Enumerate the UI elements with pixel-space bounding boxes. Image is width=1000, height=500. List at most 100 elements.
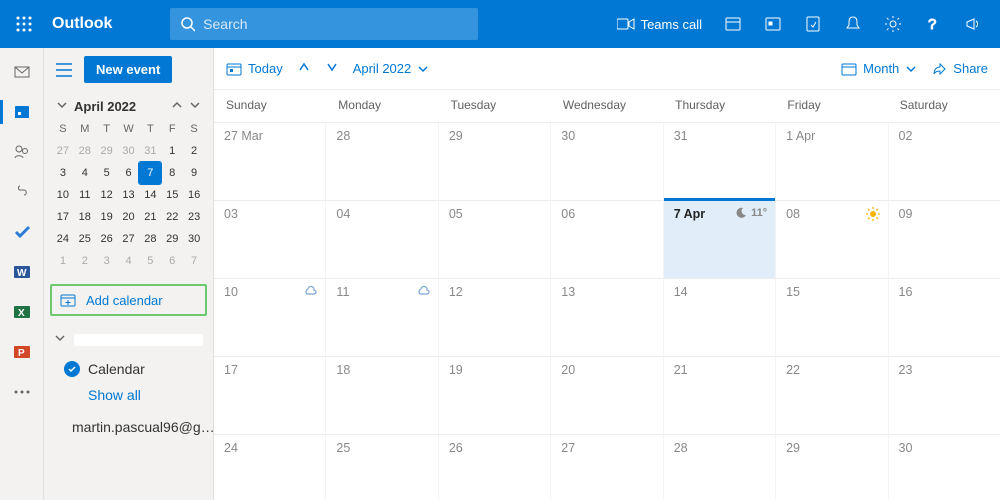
calendar-day-cell[interactable]: 15	[776, 279, 888, 357]
rail-people-icon[interactable]	[0, 134, 44, 170]
dp-day[interactable]: 3	[52, 162, 74, 184]
rail-files-icon[interactable]	[0, 174, 44, 210]
announcement-icon[interactable]	[954, 0, 992, 48]
dp-day[interactable]: 3	[96, 250, 118, 272]
my-calendars-collapse-icon[interactable]	[54, 332, 66, 347]
help-icon[interactable]: ?	[914, 0, 952, 48]
calendar-day-cell[interactable]: 20	[551, 357, 663, 435]
add-calendar-button[interactable]: Add calendar	[50, 284, 207, 316]
calendar-day-cell[interactable]: 23	[889, 357, 1000, 435]
calendar-day-cell[interactable]: 29	[439, 123, 551, 201]
calendar-day-cell[interactable]: 21	[664, 357, 776, 435]
rail-mail-icon[interactable]	[0, 54, 44, 90]
calendar-day-cell[interactable]: 30	[551, 123, 663, 201]
dp-day[interactable]: 21	[139, 206, 161, 228]
calendar-day-cell[interactable]: 19	[439, 357, 551, 435]
calendar-day-cell[interactable]: 22	[776, 357, 888, 435]
rail-powerpoint-icon[interactable]: P	[0, 334, 44, 370]
notifications-icon[interactable]	[834, 0, 872, 48]
datepicker-prev-icon[interactable]	[171, 99, 183, 114]
calendar-day-cell[interactable]: 18	[326, 357, 438, 435]
rail-more-icon[interactable]	[0, 374, 44, 410]
search-box[interactable]	[170, 8, 478, 40]
dp-day[interactable]: 10	[52, 184, 74, 206]
calendar-day-cell[interactable]: 31	[664, 123, 776, 201]
dp-day[interactable]: 14	[139, 184, 161, 206]
calendar-day-cell[interactable]: 29	[776, 435, 888, 500]
dp-day[interactable]: 2	[183, 140, 205, 162]
calendar-day-cell[interactable]: 10	[214, 279, 326, 357]
dp-day[interactable]: 27	[52, 140, 74, 162]
dp-day[interactable]: 24	[52, 228, 74, 250]
dp-day[interactable]: 4	[118, 250, 140, 272]
search-input[interactable]	[203, 16, 468, 32]
app-launcher-icon[interactable]	[8, 16, 40, 32]
dp-day[interactable]: 17	[52, 206, 74, 228]
calendar-day-cell[interactable]: 27	[551, 435, 663, 500]
calendar-day-cell[interactable]: 28	[326, 123, 438, 201]
settings-icon[interactable]	[874, 0, 912, 48]
calendar-day-cell[interactable]: 03	[214, 201, 326, 279]
rail-todo-icon[interactable]	[0, 214, 44, 250]
calendar-day-cell[interactable]: 26	[439, 435, 551, 500]
dp-day[interactable]: 9	[183, 162, 205, 184]
calendar-day-cell[interactable]: 7 Apr11°	[664, 201, 776, 279]
calendar-day-cell[interactable]: 16	[889, 279, 1000, 357]
calendar-day-cell[interactable]: 14	[664, 279, 776, 357]
dp-day[interactable]: 2	[74, 250, 96, 272]
calendar-day-cell[interactable]: 30	[889, 435, 1000, 500]
dp-day[interactable]: 18	[74, 206, 96, 228]
calendar-day-cell[interactable]: 09	[889, 201, 1000, 279]
dp-day[interactable]: 28	[74, 140, 96, 162]
meet-now-icon[interactable]	[714, 0, 752, 48]
period-selector[interactable]: April 2022	[353, 61, 430, 76]
calendar-day-cell[interactable]: 27 Mar	[214, 123, 326, 201]
dp-day[interactable]: 30	[118, 140, 140, 162]
tips-icon[interactable]	[794, 0, 832, 48]
prev-period-icon[interactable]	[297, 60, 311, 77]
calendar-day-cell[interactable]: 04	[326, 201, 438, 279]
datepicker-next-icon[interactable]	[189, 99, 201, 114]
dp-day[interactable]: 1	[161, 140, 183, 162]
dp-day[interactable]: 5	[139, 250, 161, 272]
dp-day[interactable]: 1	[52, 250, 74, 272]
calendar-day-cell[interactable]: 28	[664, 435, 776, 500]
dp-day[interactable]: 7	[183, 250, 205, 272]
dp-day[interactable]: 6	[161, 250, 183, 272]
calendar-day-cell[interactable]: 17	[214, 357, 326, 435]
dp-day[interactable]: 12	[96, 184, 118, 206]
dp-day[interactable]: 11	[74, 184, 96, 206]
calendar-day-cell[interactable]: 06	[551, 201, 663, 279]
dp-day[interactable]: 4	[74, 162, 96, 184]
teams-call-button[interactable]: Teams call	[607, 0, 712, 48]
my-day-icon[interactable]	[754, 0, 792, 48]
dp-day[interactable]: 13	[118, 184, 140, 206]
rail-excel-icon[interactable]: X	[0, 294, 44, 330]
new-event-button[interactable]: New event	[84, 56, 172, 83]
calendar-day-cell[interactable]: 02	[889, 123, 1000, 201]
dp-day[interactable]: 31	[139, 140, 161, 162]
calendar-day-cell[interactable]: 05	[439, 201, 551, 279]
dp-day[interactable]: 25	[74, 228, 96, 250]
dp-day[interactable]: 27	[118, 228, 140, 250]
calendar-day-cell[interactable]: 11	[326, 279, 438, 357]
dp-day[interactable]: 15	[161, 184, 183, 206]
dp-day[interactable]: 22	[161, 206, 183, 228]
dp-day[interactable]: 23	[183, 206, 205, 228]
calendar-day-cell[interactable]: 08	[776, 201, 888, 279]
error-calendar-item[interactable]: martin.pascual96@g…	[44, 409, 213, 441]
today-button[interactable]: Today	[226, 61, 283, 77]
rail-word-icon[interactable]: W	[0, 254, 44, 290]
calendar-day-cell[interactable]: 13	[551, 279, 663, 357]
dp-day[interactable]: 6	[118, 162, 140, 184]
dp-day[interactable]: 29	[96, 140, 118, 162]
dp-day[interactable]: 7	[139, 162, 161, 184]
next-period-icon[interactable]	[325, 60, 339, 77]
calendar-day-cell[interactable]: 1 Apr	[776, 123, 888, 201]
view-selector[interactable]: Month	[841, 61, 917, 77]
dp-day[interactable]: 26	[96, 228, 118, 250]
share-button[interactable]: Share	[931, 61, 988, 77]
hamburger-icon[interactable]	[52, 63, 76, 77]
calendar-item[interactable]: Calendar	[44, 355, 213, 383]
dp-day[interactable]: 5	[96, 162, 118, 184]
